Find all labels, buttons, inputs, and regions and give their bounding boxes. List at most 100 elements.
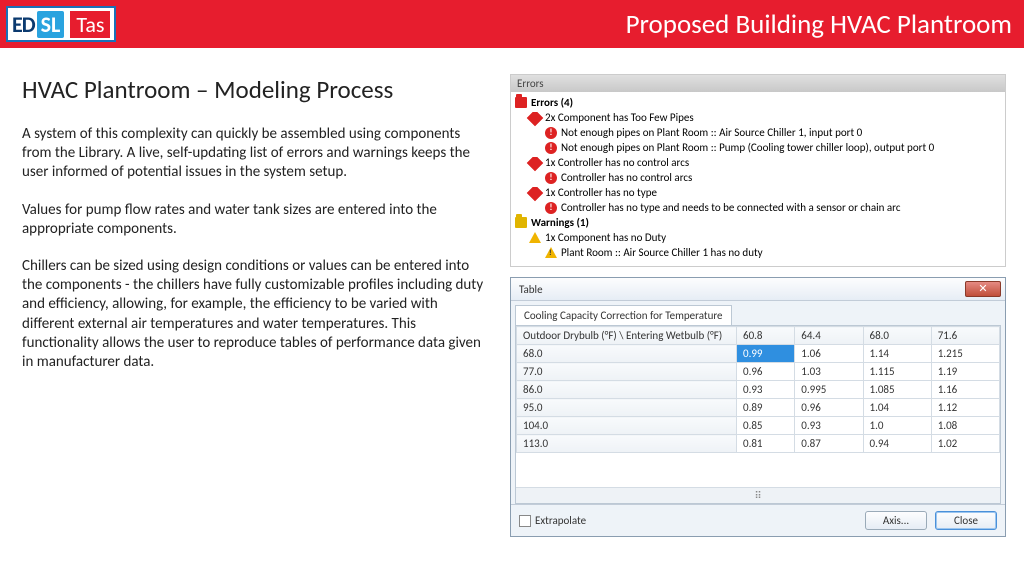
warning-item[interactable]: 1x Component has no Duty <box>515 230 1001 245</box>
cell[interactable]: 0.96 <box>795 399 863 417</box>
cell[interactable]: 1.06 <box>795 345 863 363</box>
table-blank-area <box>516 453 1000 487</box>
cell[interactable]: 1.08 <box>931 417 999 435</box>
footer-buttons: Axis... Close <box>865 511 997 530</box>
row-header[interactable]: 113.0 <box>517 435 737 453</box>
warning-tag-icon <box>529 232 541 244</box>
close-icon[interactable]: ✕ <box>965 281 1001 297</box>
cell[interactable]: 0.995 <box>795 381 863 399</box>
table-row: 86.0 0.93 0.995 1.085 1.16 <box>517 381 1000 399</box>
section-title: HVAC Plantroom – Modeling Process <box>22 74 492 105</box>
col-header[interactable]: 71.6 <box>931 327 999 345</box>
cell[interactable]: 0.96 <box>737 363 795 381</box>
col-header[interactable]: 60.8 <box>737 327 795 345</box>
error-item[interactable]: 1x Controller has no control arcs <box>515 155 1001 170</box>
row-header[interactable]: 68.0 <box>517 345 737 363</box>
error-item[interactable]: 1x Controller has no type <box>515 185 1001 200</box>
data-table[interactable]: Outdoor Drybulb (°F) \ Entering Wetbulb … <box>516 326 1000 453</box>
cell[interactable]: 1.085 <box>863 381 931 399</box>
row-header[interactable]: 95.0 <box>517 399 737 417</box>
warning-item-label: 1x Component has no Duty <box>545 231 666 244</box>
error-item-label: 1x Controller has no type <box>545 186 657 199</box>
logo-sl: SL <box>37 11 65 38</box>
warning-icon <box>545 247 557 259</box>
horizontal-scrollbar[interactable]: ⠿ <box>516 487 1000 503</box>
error-tag-icon <box>529 112 541 124</box>
cell[interactable]: 1.04 <box>863 399 931 417</box>
table-corner: Outdoor Drybulb (°F) \ Entering Wetbulb … <box>517 327 737 345</box>
error-tag-icon <box>529 187 541 199</box>
folder-error-icon <box>515 97 527 109</box>
cell[interactable]: 1.19 <box>931 363 999 381</box>
page-title: Proposed Building HVAC Plantroom <box>626 8 1012 41</box>
error-detail[interactable]: ! Controller has no control arcs <box>515 170 1001 185</box>
left-column: HVAC Plantroom – Modeling Process A syst… <box>22 74 492 576</box>
content: HVAC Plantroom – Modeling Process A syst… <box>0 48 1024 576</box>
cell-selected[interactable]: 0.99 <box>737 345 795 363</box>
cell[interactable]: 0.93 <box>795 417 863 435</box>
cell[interactable]: 0.94 <box>863 435 931 453</box>
row-header[interactable]: 77.0 <box>517 363 737 381</box>
table-row: 95.0 0.89 0.96 1.04 1.12 <box>517 399 1000 417</box>
logo-ed: ED <box>12 11 35 38</box>
errors-panel-header: Errors <box>511 75 1005 92</box>
error-icon: ! <box>545 127 557 139</box>
row-header[interactable]: 86.0 <box>517 381 737 399</box>
cell[interactable]: 1.115 <box>863 363 931 381</box>
table-row: 77.0 0.96 1.03 1.115 1.19 <box>517 363 1000 381</box>
table-row: 104.0 0.85 0.93 1.0 1.08 <box>517 417 1000 435</box>
right-column: Errors Errors (4) 2x Component has Too F… <box>510 74 1006 576</box>
window-titlebar[interactable]: Table ✕ <box>511 278 1005 301</box>
extrapolate-label: Extrapolate <box>535 514 586 527</box>
error-detail[interactable]: ! Not enough pipes on Plant Room :: Pump… <box>515 140 1001 155</box>
cell[interactable]: 0.89 <box>737 399 795 417</box>
cell[interactable]: 0.81 <box>737 435 795 453</box>
warnings-group-label: Warnings (1) <box>531 216 589 229</box>
errors-group[interactable]: Errors (4) <box>515 95 1001 110</box>
error-tag-icon <box>529 157 541 169</box>
axis-button[interactable]: Axis... <box>865 511 927 530</box>
errors-panel: Errors Errors (4) 2x Component has Too F… <box>510 74 1006 267</box>
warning-detail-label: Plant Room :: Air Source Chiller 1 has n… <box>561 246 763 259</box>
table-grid-wrap: Outdoor Drybulb (°F) \ Entering Wetbulb … <box>515 325 1001 504</box>
cell[interactable]: 1.03 <box>795 363 863 381</box>
cell[interactable]: 1.0 <box>863 417 931 435</box>
table-row: 68.0 0.99 1.06 1.14 1.215 <box>517 345 1000 363</box>
cell[interactable]: 0.85 <box>737 417 795 435</box>
warning-detail[interactable]: Plant Room :: Air Source Chiller 1 has n… <box>515 245 1001 260</box>
col-header[interactable]: 68.0 <box>863 327 931 345</box>
extrapolate-checkbox[interactable]: Extrapolate <box>519 514 586 527</box>
window-footer: Extrapolate Axis... Close <box>511 504 1005 536</box>
logo-tas: Tas <box>70 11 110 38</box>
close-button[interactable]: Close <box>935 511 997 530</box>
col-header[interactable]: 64.4 <box>795 327 863 345</box>
warnings-group[interactable]: Warnings (1) <box>515 215 1001 230</box>
error-detail-label: Controller has no type and needs to be c… <box>561 201 900 214</box>
error-detail-label: Controller has no control arcs <box>561 171 692 184</box>
error-detail[interactable]: ! Not enough pipes on Plant Room :: Air … <box>515 125 1001 140</box>
cell[interactable]: 1.12 <box>931 399 999 417</box>
folder-warning-icon <box>515 217 527 229</box>
paragraph-1: A system of this complexity can quickly … <box>22 125 492 183</box>
error-item[interactable]: 2x Component has Too Few Pipes <box>515 110 1001 125</box>
error-icon: ! <box>545 172 557 184</box>
cell[interactable]: 1.16 <box>931 381 999 399</box>
errors-group-label: Errors (4) <box>531 96 573 109</box>
error-icon: ! <box>545 202 557 214</box>
cell[interactable]: 1.02 <box>931 435 999 453</box>
paragraph-3: Chillers can be sized using design condi… <box>22 257 492 372</box>
cell[interactable]: 0.93 <box>737 381 795 399</box>
checkbox-icon <box>519 515 531 527</box>
window-title: Table <box>519 283 543 296</box>
error-detail[interactable]: ! Controller has no type and needs to be… <box>515 200 1001 215</box>
cell[interactable]: 1.215 <box>931 345 999 363</box>
error-item-label: 1x Controller has no control arcs <box>545 156 689 169</box>
table-tab[interactable]: Cooling Capacity Correction for Temperat… <box>515 305 732 325</box>
errors-tree: Errors (4) 2x Component has Too Few Pipe… <box>511 92 1005 266</box>
error-item-label: 2x Component has Too Few Pipes <box>545 111 694 124</box>
row-header[interactable]: 104.0 <box>517 417 737 435</box>
cell[interactable]: 1.14 <box>863 345 931 363</box>
cell[interactable]: 0.87 <box>795 435 863 453</box>
paragraph-2: Values for pump flow rates and water tan… <box>22 201 492 239</box>
table-window: Table ✕ Cooling Capacity Correction for … <box>510 277 1006 537</box>
